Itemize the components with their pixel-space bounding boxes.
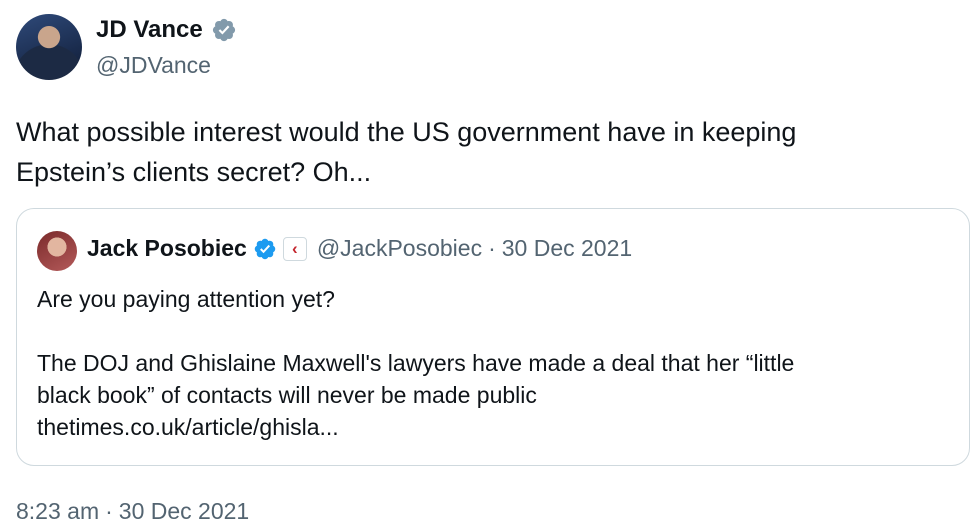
quoted-author-avatar[interactable] [37,231,77,271]
quoted-author-handle[interactable]: @JackPosobiec [317,235,482,262]
affiliate-icon[interactable]: ‹ [282,236,307,261]
timestamp-date[interactable]: 30 Dec 2021 [119,498,249,525]
tweet-text-line: Epstein’s clients secret? Oh... [16,157,372,187]
quoted-text-line: black book” of contacts will never be ma… [37,382,537,408]
quoted-tweet-text: Are you paying attention yet? The DOJ an… [37,283,947,443]
separator-dot: · [105,498,113,524]
verified-badge-icon[interactable] [211,17,237,43]
quoted-tweet-date[interactable]: 30 Dec 2021 [502,235,632,262]
verified-badge-icon[interactable] [253,237,277,261]
quoted-author-name[interactable]: Jack Posobiec [87,235,247,262]
timestamp-time[interactable]: 8:23 am [16,498,99,525]
quoted-text-line: The DOJ and Ghislaine Maxwell's lawyers … [37,350,795,376]
tweet-text: What possible interest would the US gove… [16,112,956,192]
author-name-row: JD Vance [96,16,237,44]
tweet-timestamp[interactable]: 8:23 am · 30 Dec 2021 [16,498,249,525]
quoted-tweet-card[interactable]: Jack Posobiec ‹ @JackPosobiec · 30 Dec 2… [16,208,970,466]
quoted-tweet-link[interactable]: thetimes.co.uk/article/ghisla... [37,414,339,440]
author-avatar[interactable] [16,14,82,80]
separator-dot: · [488,235,496,261]
tweet-text-line: What possible interest would the US gove… [16,117,797,147]
quoted-text-line: Are you paying attention yet? [37,286,335,312]
author-display-name[interactable]: JD Vance [96,16,203,44]
author-handle[interactable]: @JDVance [96,52,211,79]
quoted-tweet-header: Jack Posobiec ‹ @JackPosobiec · 30 Dec 2… [87,235,632,262]
